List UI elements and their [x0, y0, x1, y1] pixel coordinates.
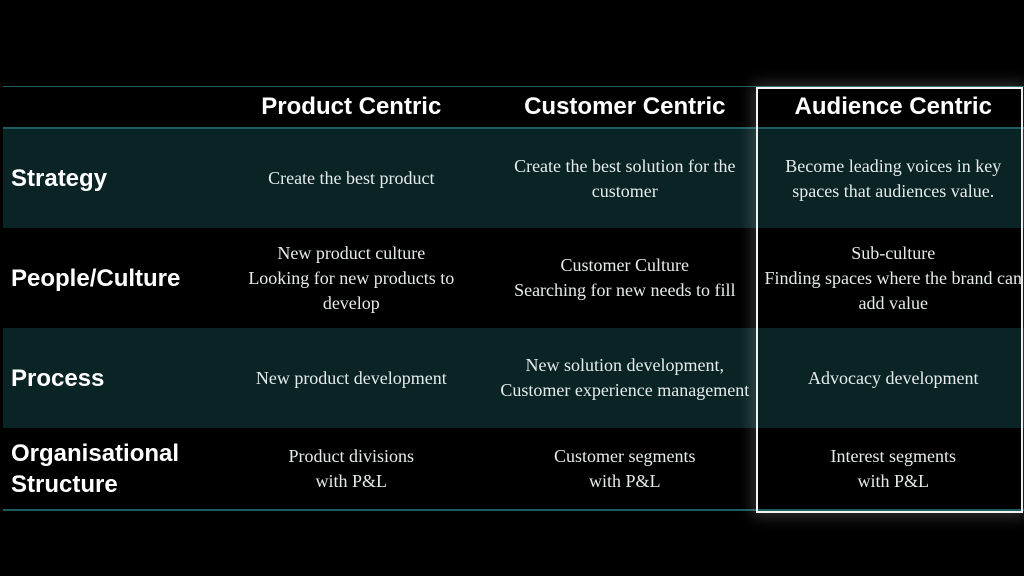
- row-label: Organisational Structure: [11, 439, 180, 498]
- table-row-strategy: Strategy Create the best product Create …: [3, 129, 1024, 228]
- table-cell: Customer segments with P&L: [554, 445, 696, 491]
- row-label: Process: [11, 364, 105, 392]
- column-header-customer-centric: Customer Centric: [524, 93, 726, 120]
- table-cell: New product culture Looking for new prod…: [248, 242, 455, 313]
- table-header: Product Centric Customer Centric Audienc…: [3, 87, 1024, 129]
- table-row-process: Process New product development New solu…: [3, 328, 1024, 428]
- table-cell: Advocacy development: [808, 367, 979, 388]
- table-cell: Create the best solution for the custome…: [514, 155, 736, 201]
- table-cell: Interest segments with P&L: [830, 445, 956, 491]
- table-row-organisational-structure: Organisational Structure Product divisio…: [3, 428, 1024, 511]
- column-header-audience-centric: Audience Centric: [794, 93, 992, 120]
- table-cell: Product divisions with P&L: [288, 445, 415, 491]
- row-label: Strategy: [11, 165, 108, 192]
- table-cell: Become leading voices in key spaces that…: [785, 155, 1002, 201]
- table-cell: Sub-culture Finding spaces where the bra…: [764, 242, 1022, 313]
- row-label: People/Culture: [11, 264, 181, 292]
- table-cell: Create the best product: [268, 168, 435, 188]
- table-cell: New solution development, Customer exper…: [500, 355, 750, 400]
- table-cell: New product development: [255, 367, 447, 388]
- table-cell: Customer Culture Searching for new needs…: [514, 255, 736, 300]
- table-row-people-culture: People/Culture New product culture Looki…: [3, 228, 1024, 328]
- column-header-product-centric: Product Centric: [261, 93, 442, 120]
